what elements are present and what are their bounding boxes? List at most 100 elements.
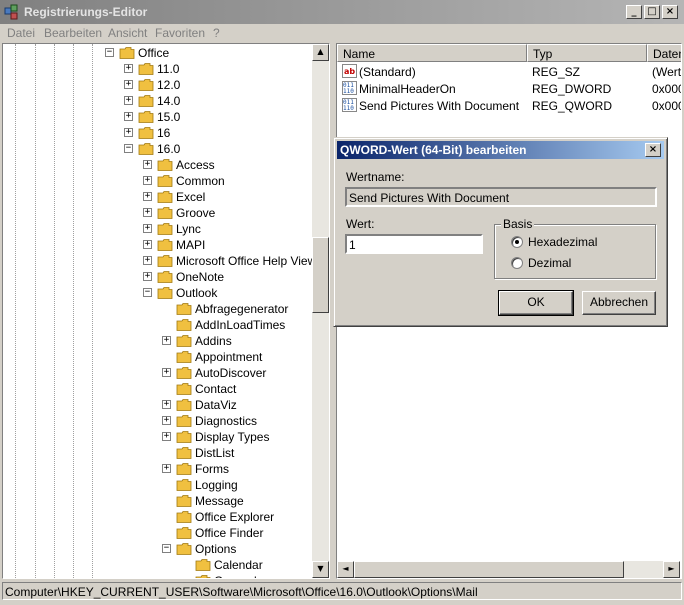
minimize-button[interactable]: _: [626, 5, 642, 19]
expand-icon[interactable]: +: [162, 400, 171, 409]
tree-item[interactable]: − Options: [162, 541, 323, 557]
expand-icon[interactable]: +: [143, 224, 152, 233]
scroll-down-arrow-icon[interactable]: ▼: [312, 561, 329, 578]
maximize-button[interactable]: □: [644, 5, 660, 19]
expand-icon[interactable]: +: [143, 192, 152, 201]
tree-item[interactable]: General: [181, 573, 323, 578]
expand-icon[interactable]: +: [143, 176, 152, 185]
menu-favoriten[interactable]: Favoriten: [155, 26, 205, 40]
dialog-title-bar[interactable]: QWORD-Wert (64-Bit) bearbeiten ×: [337, 141, 664, 159]
expand-icon[interactable]: +: [162, 464, 171, 473]
tree-item[interactable]: Appointment: [162, 349, 323, 365]
tree-item[interactable]: Contact: [162, 381, 323, 397]
expand-icon[interactable]: +: [124, 80, 133, 89]
column-header-name[interactable]: Name: [337, 44, 527, 62]
value-name: (Standard): [359, 65, 416, 79]
menu-ansicht[interactable]: Ansicht: [108, 26, 147, 40]
tree-item[interactable]: + Common: [143, 173, 323, 189]
tree-item[interactable]: +14.0: [124, 93, 323, 109]
tree-item[interactable]: Office Explorer: [162, 509, 323, 525]
value-row[interactable]: 011 110 Send Pictures With Document REG_…: [337, 97, 682, 114]
edit-qword-dialog[interactable]: QWORD-Wert (64-Bit) bearbeiten × Wertnam…: [333, 137, 668, 327]
tree-item[interactable]: + Microsoft Office Help Viewer: [143, 253, 327, 269]
folder-icon: [157, 207, 173, 219]
collapse-icon[interactable]: −: [143, 288, 152, 297]
tree-item[interactable]: Calendar: [181, 557, 323, 573]
tree-item[interactable]: +16: [124, 125, 323, 141]
tree-item[interactable]: + DataViz: [162, 397, 323, 413]
radio-decimal-label[interactable]: Dezimal: [528, 256, 571, 270]
tree-item[interactable]: Logging: [162, 477, 323, 493]
expand-icon[interactable]: +: [143, 240, 152, 249]
menu-bearbeiten[interactable]: Bearbeiten: [44, 26, 102, 40]
tree-item[interactable]: Abfragegenerator: [162, 301, 323, 317]
scroll-left-arrow-icon[interactable]: ◄: [337, 561, 354, 578]
tree-item[interactable]: DistList: [162, 445, 323, 461]
cancel-button[interactable]: Abbrechen: [582, 291, 656, 315]
tree-item[interactable]: Office Finder: [162, 525, 323, 541]
tree-guide-line: [73, 44, 74, 578]
tree-item[interactable]: + Forms: [162, 461, 323, 477]
folder-icon: [176, 367, 192, 379]
folder-open-icon: [176, 543, 192, 555]
scroll-thumb[interactable]: [312, 237, 329, 313]
radio-decimal[interactable]: [511, 257, 523, 269]
tree-item-label: 12.0: [157, 78, 181, 92]
column-header-data[interactable]: Daten: [647, 44, 681, 62]
menu-help[interactable]: ?: [213, 26, 220, 40]
expand-icon[interactable]: +: [124, 112, 133, 121]
tree-item[interactable]: − Office: [105, 45, 323, 61]
collapse-icon[interactable]: −: [124, 144, 133, 153]
radio-hexadecimal[interactable]: [511, 236, 523, 248]
collapse-icon[interactable]: −: [162, 544, 171, 553]
collapse-icon[interactable]: −: [105, 48, 114, 57]
expand-icon[interactable]: +: [162, 336, 171, 345]
list-horizontal-scrollbar[interactable]: ◄ ►: [337, 561, 680, 578]
ok-button[interactable]: OK: [498, 290, 574, 316]
scroll-up-arrow-icon[interactable]: ▲: [312, 44, 329, 61]
tree-item[interactable]: +15.0: [124, 109, 323, 125]
tree-item[interactable]: + MAPI: [143, 237, 323, 253]
close-button[interactable]: ×: [662, 5, 678, 19]
dialog-close-button[interactable]: ×: [645, 143, 661, 157]
tree-item[interactable]: + AutoDiscover: [162, 365, 323, 381]
value-row[interactable]: 011 110 MinimalHeaderOn REG_DWORD 0x0000…: [337, 80, 681, 97]
value-row[interactable]: ab (Standard) REG_SZ (Wert nicht festgel…: [337, 63, 681, 80]
tree-vertical-scrollbar[interactable]: ▲ ▼: [312, 44, 329, 578]
tree-item[interactable]: Message: [162, 493, 323, 509]
expand-icon[interactable]: +: [162, 432, 171, 441]
expand-icon[interactable]: +: [124, 64, 133, 73]
tree-item[interactable]: + Addins: [162, 333, 323, 349]
tree-item[interactable]: + Excel: [143, 189, 323, 205]
hscroll-thumb[interactable]: [354, 561, 624, 578]
value-data: 0x00000001 (1): [652, 99, 682, 113]
expand-icon[interactable]: +: [143, 208, 152, 217]
expand-icon[interactable]: +: [143, 272, 152, 281]
tree-item[interactable]: + Display Types: [162, 429, 323, 445]
expand-icon[interactable]: +: [124, 128, 133, 137]
expand-icon[interactable]: +: [143, 160, 152, 169]
tree-item[interactable]: + OneNote: [143, 269, 323, 285]
tree-item[interactable]: AddInLoadTimes: [162, 317, 323, 333]
scroll-right-arrow-icon[interactable]: ►: [663, 561, 680, 578]
tree-item[interactable]: + Groove: [143, 205, 323, 221]
tree-item-label: AutoDiscover: [195, 366, 267, 380]
expand-icon[interactable]: +: [143, 256, 152, 265]
value-data-input[interactable]: 1: [345, 234, 483, 254]
expand-icon[interactable]: +: [162, 368, 171, 377]
menu-datei[interactable]: Datei: [7, 26, 35, 40]
tree-item[interactable]: + Access: [143, 157, 323, 173]
folder-icon: [195, 559, 211, 571]
tree-item[interactable]: − Outlook: [143, 285, 323, 301]
tree-item[interactable]: + Lync: [143, 221, 323, 237]
registry-key-tree[interactable]: − Office +11.0 +12.0 +14.0 +15.0 +16−16.0 + Acce…: [2, 43, 330, 579]
tree-item[interactable]: +12.0: [124, 77, 323, 93]
column-header-type[interactable]: Typ: [527, 44, 647, 62]
tree-item[interactable]: + Diagnostics: [162, 413, 323, 429]
expand-icon[interactable]: +: [124, 96, 133, 105]
tree-item[interactable]: − 16.0: [124, 141, 323, 157]
expand-icon[interactable]: +: [162, 416, 171, 425]
tree-item[interactable]: +11.0: [124, 61, 323, 77]
window-title-bar[interactable]: Registrierungs-Editor _ □ ×: [0, 0, 684, 24]
radio-hexadecimal-label[interactable]: Hexadezimal: [528, 235, 597, 249]
